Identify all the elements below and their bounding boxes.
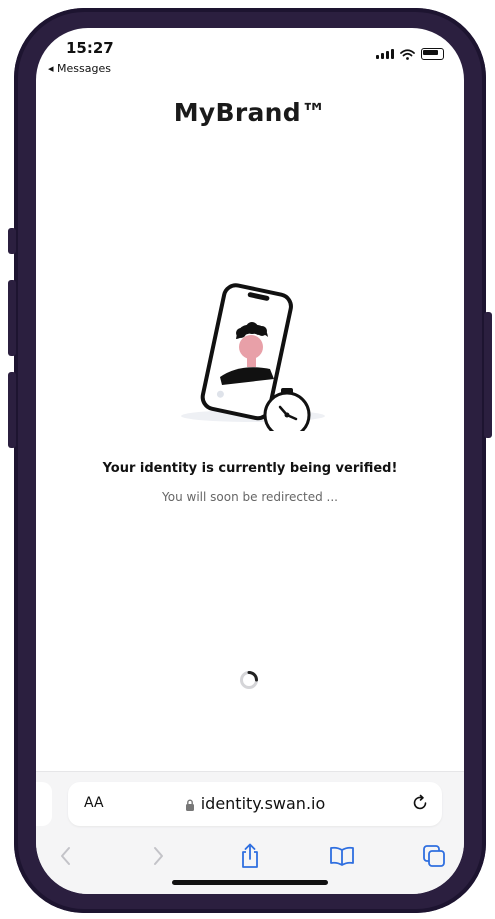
safari-bottom-bar: AA identity.swan.io (36, 771, 464, 894)
share-icon (242, 843, 258, 868)
silent-switch (8, 228, 16, 254)
browser-toolbar (36, 840, 464, 872)
share-button[interactable] (234, 840, 266, 872)
forward-button[interactable] (142, 840, 174, 872)
back-icon (61, 847, 70, 865)
address-bar[interactable]: AA identity.swan.io (68, 782, 442, 826)
url-display[interactable]: identity.swan.io (68, 794, 442, 813)
power-button (484, 312, 492, 438)
wifi-icon (400, 48, 415, 60)
tabs-icon (423, 845, 445, 867)
verification-title: Your identity is currently being verifie… (102, 461, 398, 476)
volume-up-button (8, 280, 16, 356)
redirect-message: You will soon be redirected ... (162, 490, 338, 504)
lock-icon (185, 799, 194, 811)
battery-icon (421, 48, 444, 60)
signal-icon (376, 49, 394, 59)
tabs-button[interactable] (418, 840, 450, 872)
forward-icon (154, 847, 163, 865)
home-indicator[interactable] (172, 880, 328, 885)
loading-spinner (240, 671, 258, 689)
reload-icon[interactable] (410, 793, 430, 813)
screen: 15:27 ◂ Messages MyBrand™ Your identity … (36, 28, 464, 894)
status-time: 15:27 (66, 39, 114, 57)
status-icons (376, 48, 444, 60)
previous-tab-preview[interactable] (36, 782, 52, 826)
phone-verification-illustration (181, 283, 325, 431)
back-to-messages-link[interactable]: ◂ Messages (48, 62, 111, 75)
volume-down-button (8, 372, 16, 448)
bookmarks-button[interactable] (326, 840, 358, 872)
back-button[interactable] (50, 840, 82, 872)
bookmarks-icon (330, 846, 354, 866)
brand-logo: MyBrand™ (173, 98, 327, 127)
url-text: identity.swan.io (200, 794, 326, 813)
